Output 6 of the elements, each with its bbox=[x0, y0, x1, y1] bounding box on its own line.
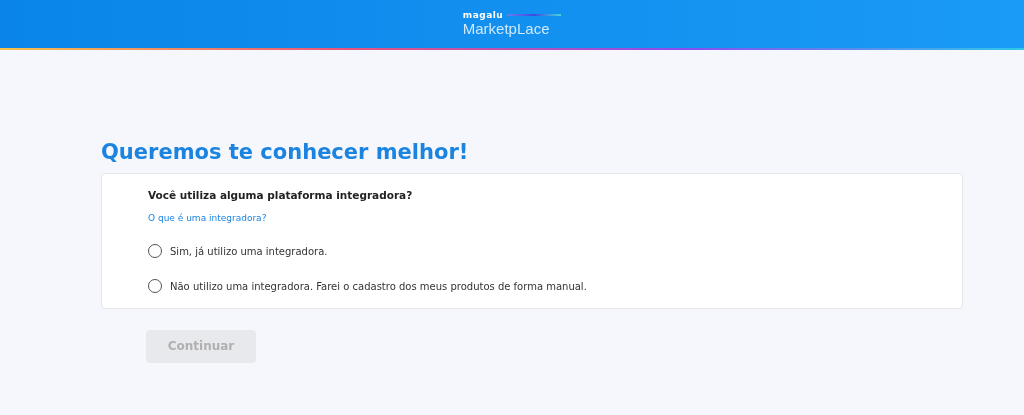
help-link[interactable]: O que é uma integradora? bbox=[148, 211, 267, 226]
question-label: Você utiliza alguma plataforma integradora? bbox=[148, 188, 414, 204]
option-label[interactable]: Não utilizo uma integradora. Farei o cadastro dos meus produtos de forma manual. bbox=[170, 278, 587, 294]
page-title: Queremos te conhecer melhor! bbox=[101, 140, 470, 166]
option-label[interactable]: Sim, já utilizo uma integradora. bbox=[170, 243, 328, 259]
logo[interactable]: magalu MarketpLace bbox=[462, 10, 562, 38]
